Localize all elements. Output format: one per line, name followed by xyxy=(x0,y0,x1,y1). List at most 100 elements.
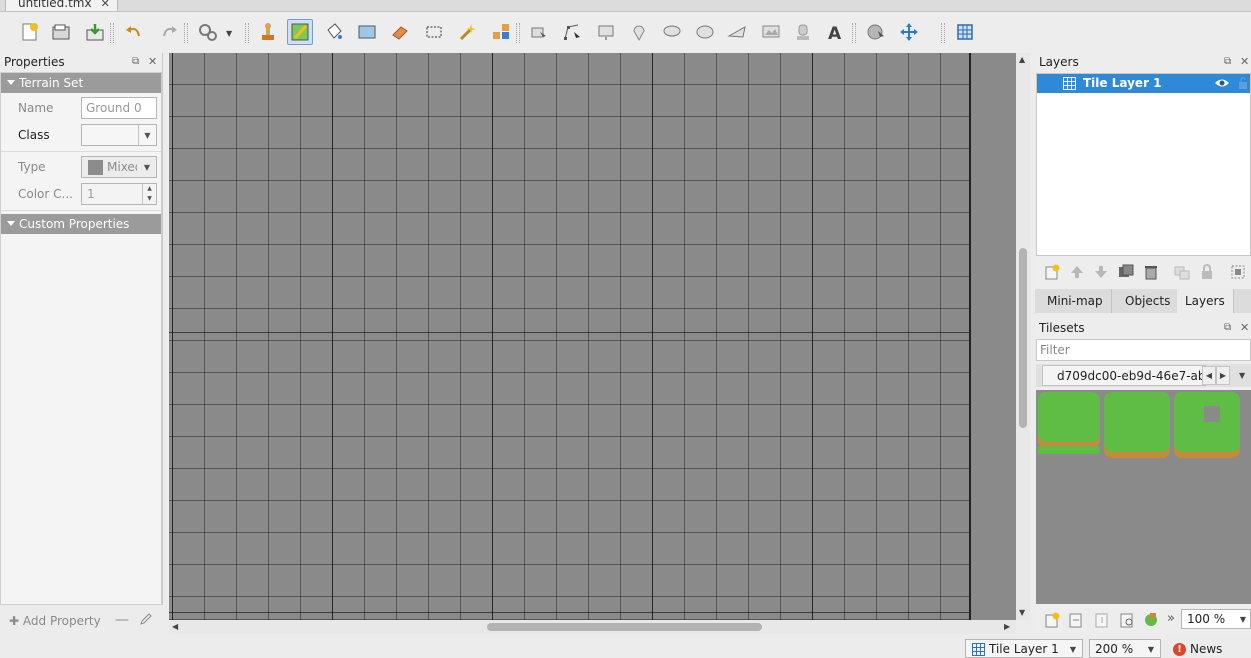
chevron-down-icon[interactable]: ▼ xyxy=(1070,645,1076,654)
insert-text-button[interactable]: A xyxy=(822,19,848,45)
terrain-brush-button[interactable] xyxy=(287,19,313,45)
merge-layer-icon[interactable] xyxy=(1173,263,1191,281)
insert-tile-button[interactable] xyxy=(758,19,784,45)
insert-polygon-button[interactable] xyxy=(692,19,718,45)
scroll-down-icon[interactable]: ▼ xyxy=(1019,608,1025,617)
current-layer-combo[interactable]: Tile Layer 1 ▼ xyxy=(965,639,1083,658)
random-mode-button[interactable] xyxy=(952,19,978,45)
insert-rectangle-button[interactable] xyxy=(593,19,619,45)
close-tab-icon[interactable]: ✕ xyxy=(101,0,110,10)
float-panel-icon[interactable]: ⧉ xyxy=(1224,322,1231,333)
insert-polygon-icon xyxy=(696,25,714,39)
add-property-button[interactable]: ✚ Add Property xyxy=(9,614,101,628)
insert-polyline-button[interactable] xyxy=(724,19,750,45)
layer-row[interactable]: Tile Layer 1 xyxy=(1037,74,1250,93)
new-file-icon xyxy=(22,23,38,41)
edit-polygons-button[interactable] xyxy=(559,19,585,45)
chevron-down-icon[interactable]: ▼ xyxy=(138,125,156,145)
document-tab[interactable]: untitled.tmx ✕ xyxy=(5,0,118,11)
rect-select-icon xyxy=(426,26,442,38)
horizontal-scroll-thumb[interactable] xyxy=(487,623,762,631)
tileset-menu-chevron-icon[interactable]: ▼ xyxy=(1239,371,1245,380)
section-custom-properties[interactable]: Custom Properties xyxy=(1,214,161,234)
section-terrain-set[interactable]: Terrain Set xyxy=(1,73,161,93)
zoom-combo[interactable]: 200 % ▼ xyxy=(1089,639,1161,658)
rename-property-button[interactable] xyxy=(140,613,152,628)
edit-tileset-icon[interactable] xyxy=(1118,611,1136,629)
tab-scroll-right-icon[interactable]: ▶ xyxy=(1216,366,1230,385)
close-panel-icon[interactable]: ✕ xyxy=(1240,55,1249,68)
tab-objects[interactable]: Objects xyxy=(1117,289,1180,313)
name-field[interactable]: Ground 0 xyxy=(81,97,157,119)
tileset-image[interactable] xyxy=(1036,390,1251,470)
layer-offset-button[interactable] xyxy=(896,19,922,45)
rect-select-button[interactable] xyxy=(421,19,447,45)
lower-layer-icon[interactable] xyxy=(1092,263,1110,281)
new-layer-icon[interactable] xyxy=(1043,263,1061,281)
layers-panel: Layers ⧉ ✕ Tile Layer 1 xyxy=(1035,53,1251,289)
scroll-up-icon[interactable]: ▲ xyxy=(1019,55,1025,64)
vertical-scroll-thumb[interactable] xyxy=(1019,248,1027,428)
commands-dropdown-icon[interactable]: ▼ xyxy=(226,29,232,38)
horizontal-scrollbar[interactable]: ◀ ▶ xyxy=(169,620,1016,634)
chevron-down-icon[interactable]: ▼ xyxy=(1240,615,1246,624)
magic-wand-button[interactable] xyxy=(454,19,480,45)
insert-template-button[interactable] xyxy=(790,19,816,45)
scroll-left-icon[interactable]: ◀ xyxy=(172,622,178,631)
grid-icon xyxy=(957,24,973,40)
chevron-down-icon[interactable]: ▼ xyxy=(138,157,156,177)
highlight-layer-icon[interactable] xyxy=(1229,263,1247,281)
color-count-spinbox[interactable]: 1 ▲ ▼ xyxy=(81,183,157,205)
tab-mini-map[interactable]: Mini-map xyxy=(1039,289,1112,313)
lock-layer-icon[interactable] xyxy=(1198,263,1216,281)
save-file-button[interactable] xyxy=(82,19,108,45)
class-combo[interactable]: ▼ xyxy=(81,124,157,146)
spin-buttons[interactable]: ▲ ▼ xyxy=(142,184,156,204)
insert-point-button[interactable] xyxy=(626,19,652,45)
map-canvas[interactable] xyxy=(169,53,1016,620)
tileset-tab[interactable]: d709dc00-eb9d-46e7-abcb- xyxy=(1042,365,1206,386)
eraser-button[interactable] xyxy=(387,19,413,45)
select-objects-button[interactable] xyxy=(526,19,552,45)
import-tileset-icon[interactable] xyxy=(1067,611,1085,629)
tab-scroll-left-icon[interactable]: ◀ xyxy=(1202,366,1216,385)
news-button[interactable]: ! News xyxy=(1173,642,1222,656)
float-panel-icon[interactable]: ⧉ xyxy=(132,56,139,67)
delete-layer-icon[interactable] xyxy=(1142,263,1160,281)
tab-layers[interactable]: Layers xyxy=(1177,289,1234,313)
tile-map-grid[interactable] xyxy=(169,53,971,620)
bucket-fill-button[interactable] xyxy=(321,19,347,45)
chevron-down-icon[interactable]: ▼ xyxy=(1148,645,1154,654)
export-tileset-icon[interactable] xyxy=(1093,611,1111,629)
new-tileset-icon[interactable] xyxy=(1043,611,1061,629)
open-file-button[interactable] xyxy=(48,19,74,45)
tileset-view[interactable] xyxy=(1036,390,1251,604)
shape-fill-button[interactable] xyxy=(354,19,380,45)
redo-button[interactable] xyxy=(156,19,182,45)
tileset-filter-input[interactable]: Filter xyxy=(1036,339,1251,361)
undo-button[interactable] xyxy=(121,19,147,45)
float-panel-icon[interactable]: ⧉ xyxy=(1224,56,1231,67)
duplicate-layer-icon[interactable] xyxy=(1117,263,1135,281)
map-pin-icon xyxy=(633,25,645,42)
tileset-zoom-combo[interactable]: 100 % ▼ xyxy=(1181,609,1251,629)
tileset-properties-icon[interactable] xyxy=(1142,611,1160,629)
vertical-scrollbar[interactable]: ▲ ▼ xyxy=(1016,53,1030,620)
toolbar-separator xyxy=(245,23,249,43)
select-same-tile-button[interactable] xyxy=(488,19,514,45)
insert-ellipse-button[interactable] xyxy=(659,19,685,45)
tileset-grass-strip xyxy=(1038,446,1100,454)
close-panel-icon[interactable]: ✕ xyxy=(148,55,157,68)
more-chevron-icon[interactable]: » xyxy=(1167,611,1175,626)
remove-property-icon[interactable]: — xyxy=(115,612,129,628)
scroll-right-icon[interactable]: ▶ xyxy=(1004,622,1010,631)
terrain-brush-icon xyxy=(291,23,309,41)
new-map-button[interactable] xyxy=(17,19,43,45)
commands-button[interactable] xyxy=(195,19,221,45)
close-panel-icon[interactable]: ✕ xyxy=(1240,321,1249,334)
stamp-brush-button[interactable] xyxy=(255,19,281,45)
raise-layer-icon[interactable] xyxy=(1068,263,1086,281)
world-tool-button[interactable] xyxy=(863,19,889,45)
type-combo[interactable]: Mixed ▼ xyxy=(81,156,157,178)
toolbar-separator xyxy=(184,23,188,43)
